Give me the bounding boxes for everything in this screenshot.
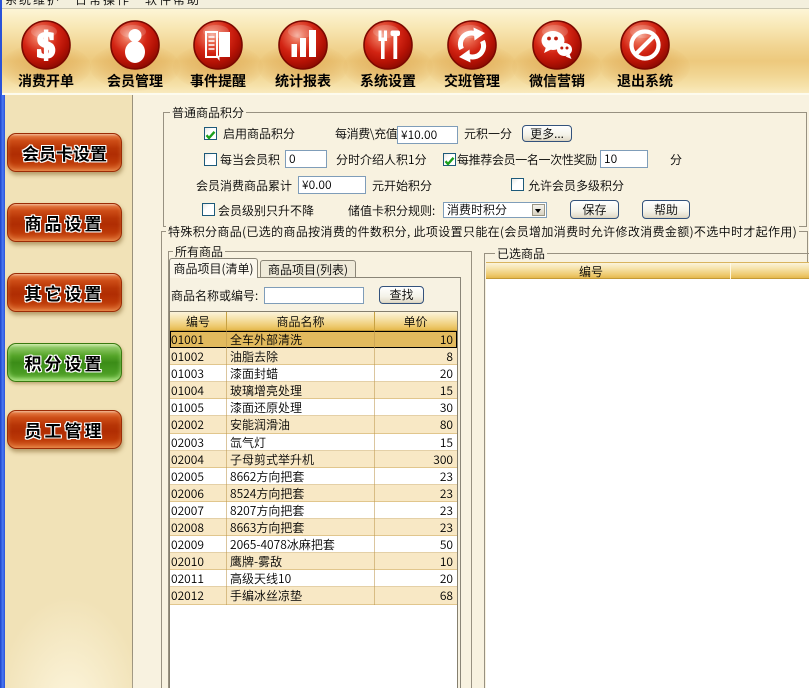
svg-text:$: $ <box>37 25 55 65</box>
